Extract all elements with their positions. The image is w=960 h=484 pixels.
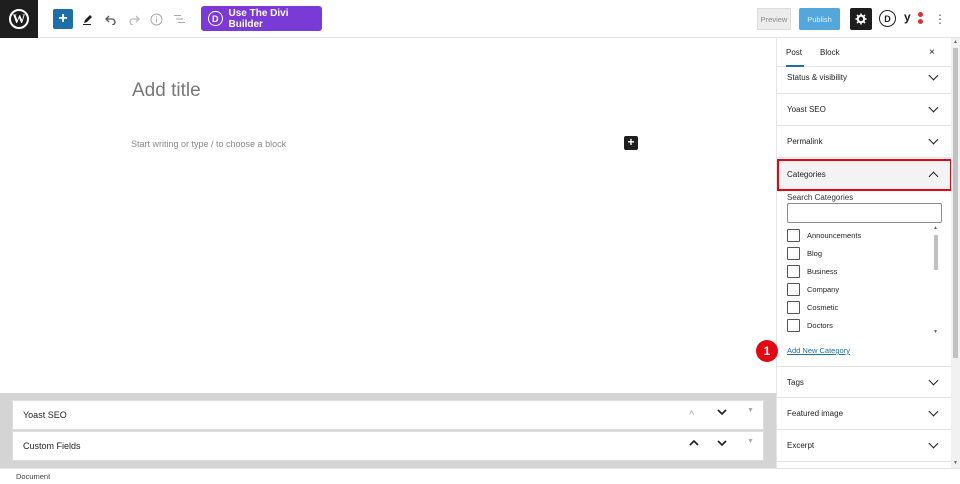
panel-label: Permalink xyxy=(787,137,823,146)
category-name: Blog xyxy=(807,248,823,258)
panel-yoast-seo[interactable]: Yoast SEO xyxy=(777,94,951,126)
chevron-down-icon xyxy=(928,102,939,113)
search-categories-label: Search Categories xyxy=(787,193,854,202)
category-name: Doctors xyxy=(807,320,833,330)
scroll-down-arrow-icon[interactable]: ▼ xyxy=(933,329,938,335)
chevron-down-icon xyxy=(928,70,939,81)
yoast-icon[interactable]: y xyxy=(904,10,924,27)
undo-icon[interactable] xyxy=(104,9,118,29)
wordpress-icon: W xyxy=(9,9,29,29)
category-checkbox[interactable] xyxy=(787,318,800,332)
chevron-down-icon[interactable] xyxy=(717,407,727,420)
chevron-down-icon xyxy=(928,134,939,145)
category-checkbox[interactable] xyxy=(787,246,800,260)
category-list-scrollbar[interactable]: ▲ ▼ xyxy=(932,225,940,338)
category-checkbox[interactable] xyxy=(787,300,800,314)
editor-canvas: Add title Start writing or type / to cho… xyxy=(0,38,776,393)
preview-button[interactable]: Preview xyxy=(757,8,791,30)
chevron-down-icon xyxy=(928,406,939,417)
panel-tags[interactable]: Tags xyxy=(777,366,951,398)
yoast-icon-label: y xyxy=(904,10,911,24)
scrollbar-thumb[interactable] xyxy=(953,48,958,358)
list-item[interactable]: Cosmetic xyxy=(787,298,838,316)
info-icon[interactable] xyxy=(149,9,163,29)
panel-label: Status & visibility xyxy=(787,73,848,82)
meta-box-yoast-seo[interactable]: Yoast SEO ^ ▼ xyxy=(12,400,764,430)
settings-sidebar: Post Block × Status & visibility Yoast S… xyxy=(776,38,951,468)
chevron-down-icon xyxy=(928,375,939,386)
chevron-up-icon xyxy=(928,171,939,182)
panel-label: Yoast SEO xyxy=(787,105,826,114)
list-icon[interactable] xyxy=(172,9,186,29)
breadcrumb-document[interactable]: Document xyxy=(16,472,50,481)
divi-logo-icon: D xyxy=(208,11,223,26)
panel-status-visibility[interactable]: Status & visibility xyxy=(777,62,951,94)
step-number-badge: 1 xyxy=(756,340,778,362)
list-item[interactable]: Business xyxy=(787,262,837,280)
gear-icon[interactable] xyxy=(850,8,872,30)
search-categories-input[interactable] xyxy=(787,203,942,223)
category-name: Company xyxy=(807,284,840,294)
category-checkbox[interactable] xyxy=(787,282,800,296)
pencil-icon[interactable] xyxy=(81,9,95,29)
scrollbar-thumb[interactable] xyxy=(934,235,938,270)
list-item[interactable]: Blog xyxy=(787,244,822,262)
panel-label: Featured image xyxy=(787,409,844,418)
meta-box-label: Yoast SEO xyxy=(23,410,67,420)
chevron-down-icon xyxy=(928,438,939,449)
wordpress-logo[interactable]: W xyxy=(0,0,38,38)
panel-permalink[interactable]: Permalink xyxy=(777,126,951,158)
meta-boxes-area: Yoast SEO ^ ▼ Custom Fields ▼ xyxy=(0,393,776,468)
category-name: Business xyxy=(807,266,838,276)
meta-box-label: Custom Fields xyxy=(23,441,81,451)
publish-button[interactable]: Publish xyxy=(799,8,840,30)
divi-icon[interactable]: D xyxy=(879,10,896,27)
use-divi-builder-button[interactable]: D Use The Divi Builder xyxy=(201,6,322,31)
scroll-up-arrow-icon[interactable]: ▲ xyxy=(933,225,938,231)
category-checkbox[interactable] xyxy=(787,264,800,278)
panel-featured-image[interactable]: Featured image xyxy=(777,398,951,430)
redo-icon[interactable] xyxy=(127,9,141,29)
sidebar-scrollbar[interactable]: ▲ ▼ xyxy=(951,38,960,468)
more-options-icon[interactable]: ⋮ xyxy=(934,11,946,27)
editor-toolbar: W + D Use The Divi Builder Preview Publi… xyxy=(0,0,960,38)
inline-add-block-button[interactable]: + xyxy=(624,136,638,150)
chevron-down-icon[interactable] xyxy=(717,438,727,451)
category-name: Announcements xyxy=(807,230,862,240)
list-item[interactable]: Announcements xyxy=(787,226,861,244)
panel-excerpt[interactable]: Excerpt xyxy=(777,430,951,462)
chevron-up-icon[interactable]: ^ xyxy=(689,409,694,421)
list-item[interactable]: Company xyxy=(787,280,839,298)
category-list: Announcements Blog Business Company Cosm… xyxy=(787,225,945,338)
block-placeholder[interactable]: Start writing or type / to choose a bloc… xyxy=(131,139,286,149)
add-block-button[interactable]: + xyxy=(53,9,73,29)
yoast-status-dot xyxy=(918,19,923,24)
category-name: Cosmetic xyxy=(807,302,839,312)
panel-categories[interactable]: Categories xyxy=(777,159,951,191)
yoast-status-dot xyxy=(918,12,923,17)
post-title-input[interactable]: Add title xyxy=(132,80,201,102)
meta-box-custom-fields[interactable]: Custom Fields ▼ xyxy=(12,431,764,461)
panel-label: Tags xyxy=(787,378,804,387)
add-new-category-link[interactable]: Add New Category xyxy=(787,346,850,355)
list-item[interactable]: Doctors xyxy=(787,316,833,334)
caret-down-icon[interactable]: ▼ xyxy=(747,407,754,414)
scroll-up-arrow-icon[interactable]: ▲ xyxy=(953,39,958,45)
caret-down-icon[interactable]: ▼ xyxy=(747,438,754,445)
panel-label: Excerpt xyxy=(787,441,815,450)
scroll-down-arrow-icon[interactable]: ▼ xyxy=(953,460,958,466)
status-bar: Document xyxy=(0,468,960,484)
chevron-up-icon[interactable] xyxy=(689,438,699,451)
divi-button-label: Use The Divi Builder xyxy=(228,7,289,30)
category-checkbox[interactable] xyxy=(787,228,800,242)
panel-label: Categories xyxy=(787,170,826,179)
